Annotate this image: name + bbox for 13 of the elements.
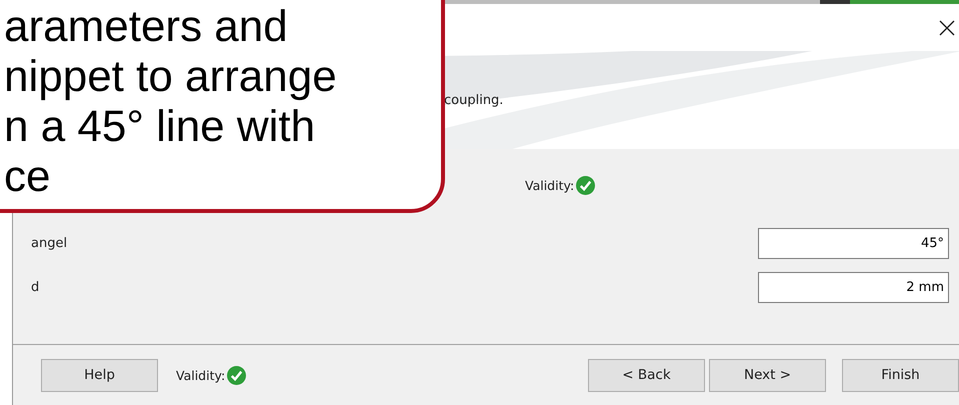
back-button[interactable]: < Back: [588, 358, 705, 392]
close-icon[interactable]: [938, 19, 956, 37]
validity-label: Validity:: [176, 368, 226, 382]
value-field[interactable]: 45°: [758, 228, 949, 258]
validity-label: Validity:: [525, 178, 574, 192]
callout-text: arameters and nippet to arrange n a 45° line with ce: [4, 2, 337, 202]
value-field[interactable]: 2 mm: [758, 272, 949, 302]
next-button[interactable]: Next >: [709, 358, 826, 392]
finish-button[interactable]: Finish: [842, 358, 959, 392]
parameter-name: d: [31, 280, 40, 294]
section-description: coupling.: [444, 92, 504, 108]
parameter-name: angel: [31, 236, 68, 250]
help-button[interactable]: Help: [41, 358, 158, 392]
